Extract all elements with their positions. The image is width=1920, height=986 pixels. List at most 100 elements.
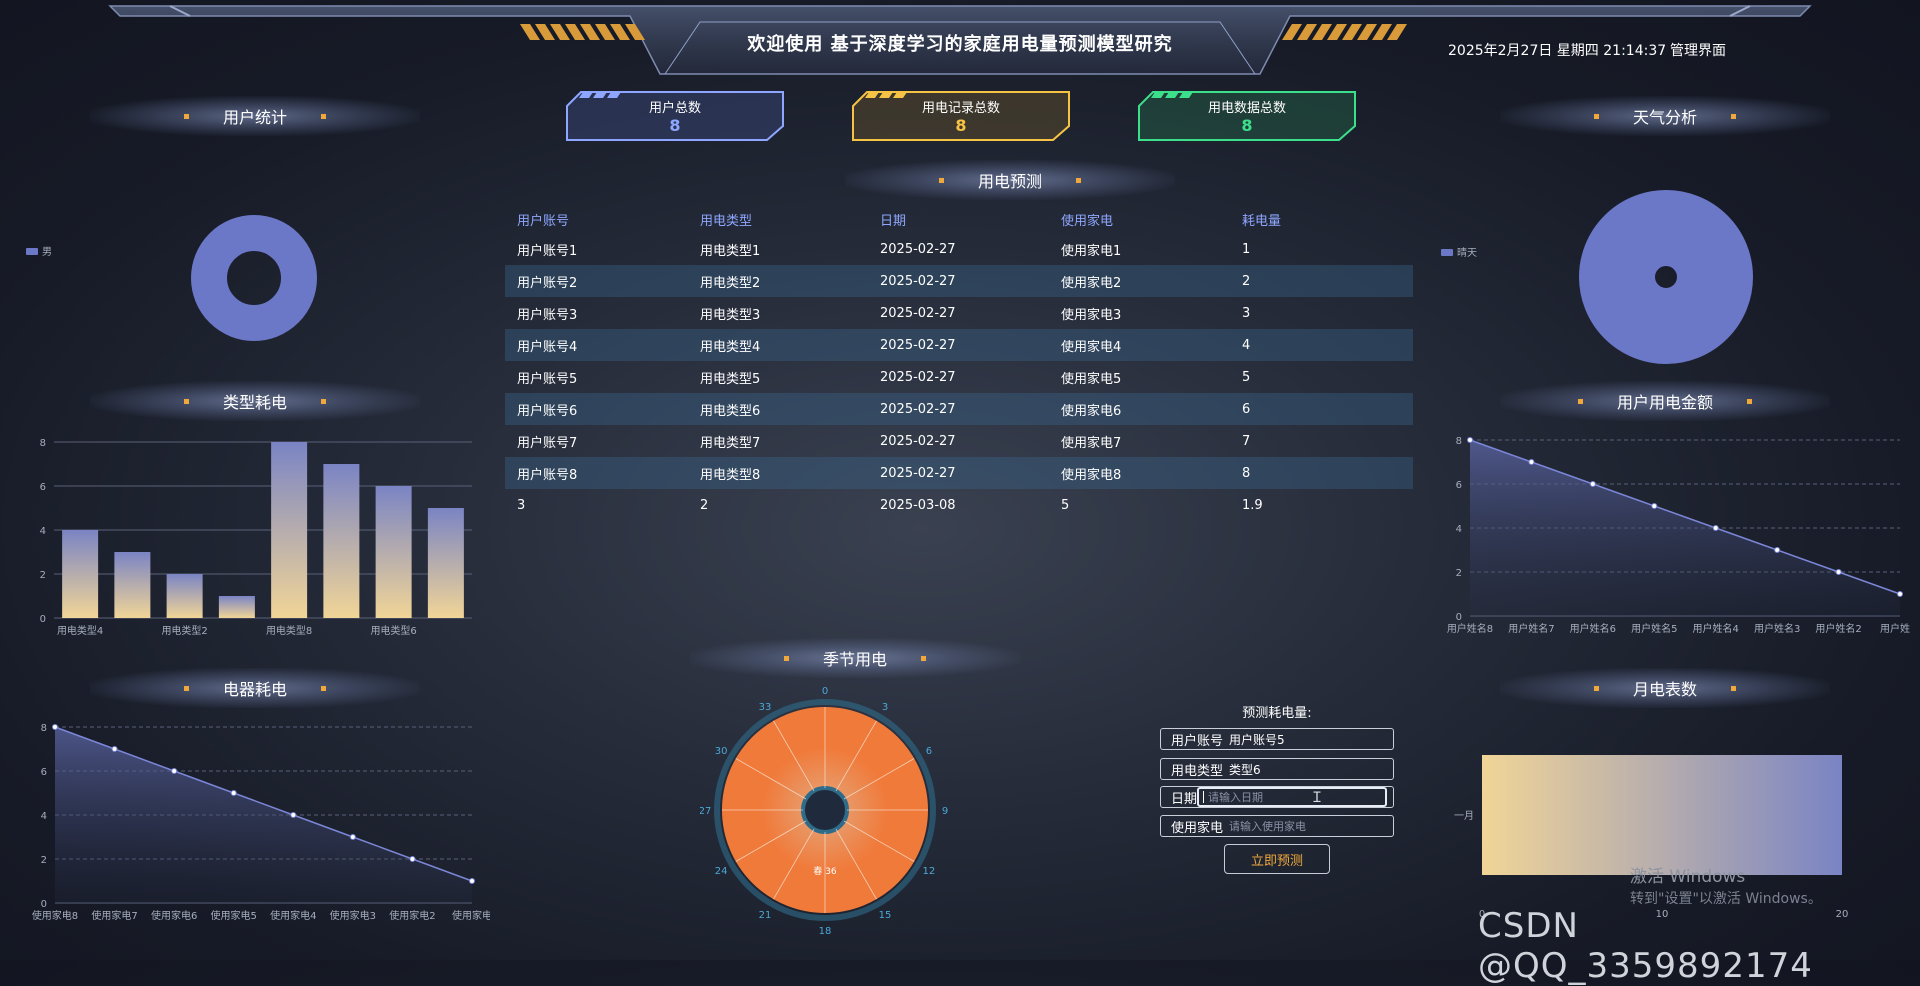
title-dot [1076,177,1081,183]
type-label: 用电类型 [1171,763,1224,779]
bar [1482,755,1842,875]
season-polar-chart: 0 3 6 9 12 15 18 21 24 27 30 33 春 36 [700,686,948,937]
appliance-field[interactable]: 使用家电 请输入使用家电 [1160,815,1394,837]
ibeam-cursor-icon: Ｉ [1310,790,1324,806]
table-cell: 使用家电2 [1061,275,1122,291]
x-tick-label: 用户姓名2 [1815,622,1861,635]
table-cell: 1.9 [1242,497,1263,513]
data-point [1467,437,1473,443]
angle-tick-label: 12 [923,866,936,877]
table-cell: 用电类型8 [700,467,761,483]
y-tick-label: 6 [41,767,47,778]
type-value: 类型6 [1229,762,1261,777]
table-cell: 使用家电1 [1061,243,1122,259]
table-cell: 2025-02-27 [880,273,956,289]
windows-activation-watermark: 激活 Windows [1630,867,1746,887]
table-cell: 用户账号8 [517,467,578,483]
y-tick-label: 2 [40,570,46,581]
section-title-text: 电器耗电 [222,680,287,699]
table-cell: 6 [1242,401,1251,417]
data-point [111,746,118,752]
table-cell: 2025-02-27 [880,465,956,481]
x-tick-label: 使用家电8 [32,909,78,922]
table-cell: 使用家电7 [1061,435,1122,451]
stat-users-value: 8 [669,116,681,135]
angle-tick-label: 9 [942,806,948,817]
x-tick-label: 用户姓名8 [1447,622,1493,635]
table-row: 用户账号3 用电类型3 2025-02-27 使用家电3 3 [505,297,1413,329]
x-tick-label: 用户姓名 [1880,622,1910,635]
section-title-text: 月电表数 [1632,680,1697,699]
x-tick-label: 用电类型6 [370,624,416,637]
account-field[interactable]: 用户账号 用户账号5 [1160,728,1394,750]
appliance-label: 使用家电 [1171,820,1224,836]
angle-tick-label: 24 [715,866,728,877]
title-dot [183,398,189,404]
legend-label: 晴天 [1457,246,1477,259]
text-cursor [1203,791,1205,803]
table-cell: 用户账号7 [517,435,578,451]
title-dot [1747,398,1752,404]
area-fill [55,727,472,903]
appliance-placeholder: 请输入使用家电 [1229,820,1307,833]
data-point [230,790,237,796]
stat-records-label: 用电记录总数 [921,101,1000,116]
data-point [469,878,475,884]
csdn-watermark: CSDN @QQ_3359892174 [1478,906,1813,986]
datetime-display: 2025年2月27日 星期四 21:14:37 [1448,43,1667,59]
title-dot [321,685,326,691]
angle-tick-label: 3 [882,702,888,713]
title-dot [921,655,926,661]
table-cell: 2025-02-27 [880,305,956,321]
title-dot [938,177,944,183]
section-title-season: 季节用电 [690,638,1020,678]
page-title: 欢迎使用 基于深度学习的家庭用电量预测模型研究 [747,34,1173,55]
table-cell: 使用家电3 [1061,307,1122,323]
x-tick-label: 用户姓名5 [1631,622,1677,635]
table-cell: 使用家电4 [1061,339,1122,355]
x-tick-label: 使用家电7 [91,909,137,922]
data-point [349,834,356,840]
bar [114,552,151,618]
section-title-user-amount: 用户用电金额 [1500,381,1830,421]
section-title-text: 用户统计 [222,108,287,127]
type-field[interactable]: 用电类型 类型6 [1160,758,1394,780]
bar [218,596,255,618]
section-title-text: 天气分析 [1632,108,1697,127]
table-row: 用户账号7 用电类型7 2025-02-27 使用家电7 7 [505,425,1413,457]
section-title-prediction: 用电预测 [845,160,1175,200]
angle-tick-label: 15 [879,910,892,921]
data-point [1589,481,1596,487]
date-input[interactable]: 请输入日期 [1197,787,1388,807]
title-dot [1593,113,1599,119]
table-row: 用户账号6 用电类型6 2025-02-27 使用家电6 6 [505,393,1413,425]
predict-button[interactable]: 立即预测 [1224,844,1330,874]
admin-link[interactable]: 管理界面 [1670,40,1726,60]
table-cell: 用电类型4 [700,339,761,355]
x-tick-label: 用电类型4 [57,624,103,637]
bar [271,442,308,618]
stat-data-label: 用电数据总数 [1207,101,1286,116]
section-title-text: 类型耗电 [222,393,287,412]
angle-tick-label: 0 [822,686,828,697]
table-cell: 用电类型2 [700,275,761,291]
stat-records-value: 8 [955,116,967,135]
table-cell: 2 [1242,273,1251,289]
x-tick-label: 用电类型2 [161,624,207,637]
form-title: 预测耗电量: [1242,706,1312,721]
table-cell: 用电类型3 [700,307,761,323]
column-header: 用电类型 [700,213,753,229]
data-point [1835,569,1842,575]
bar [427,508,464,618]
table-row: 3 2 2025-03-08 5 1.9 [505,489,1413,521]
title-dot [183,685,189,691]
pie-slice [1579,190,1753,364]
y-tick-label: 8 [40,438,46,449]
table-cell: 2025-02-27 [880,433,956,449]
table-cell: 用户账号5 [517,371,578,387]
data-point [1774,547,1781,553]
x-tick-label: 使用家电3 [330,909,376,922]
pie-slice [191,215,317,341]
date-field[interactable]: 日期 请输入日期 [1160,786,1394,808]
y-tick-label: 一月 [1454,810,1474,822]
